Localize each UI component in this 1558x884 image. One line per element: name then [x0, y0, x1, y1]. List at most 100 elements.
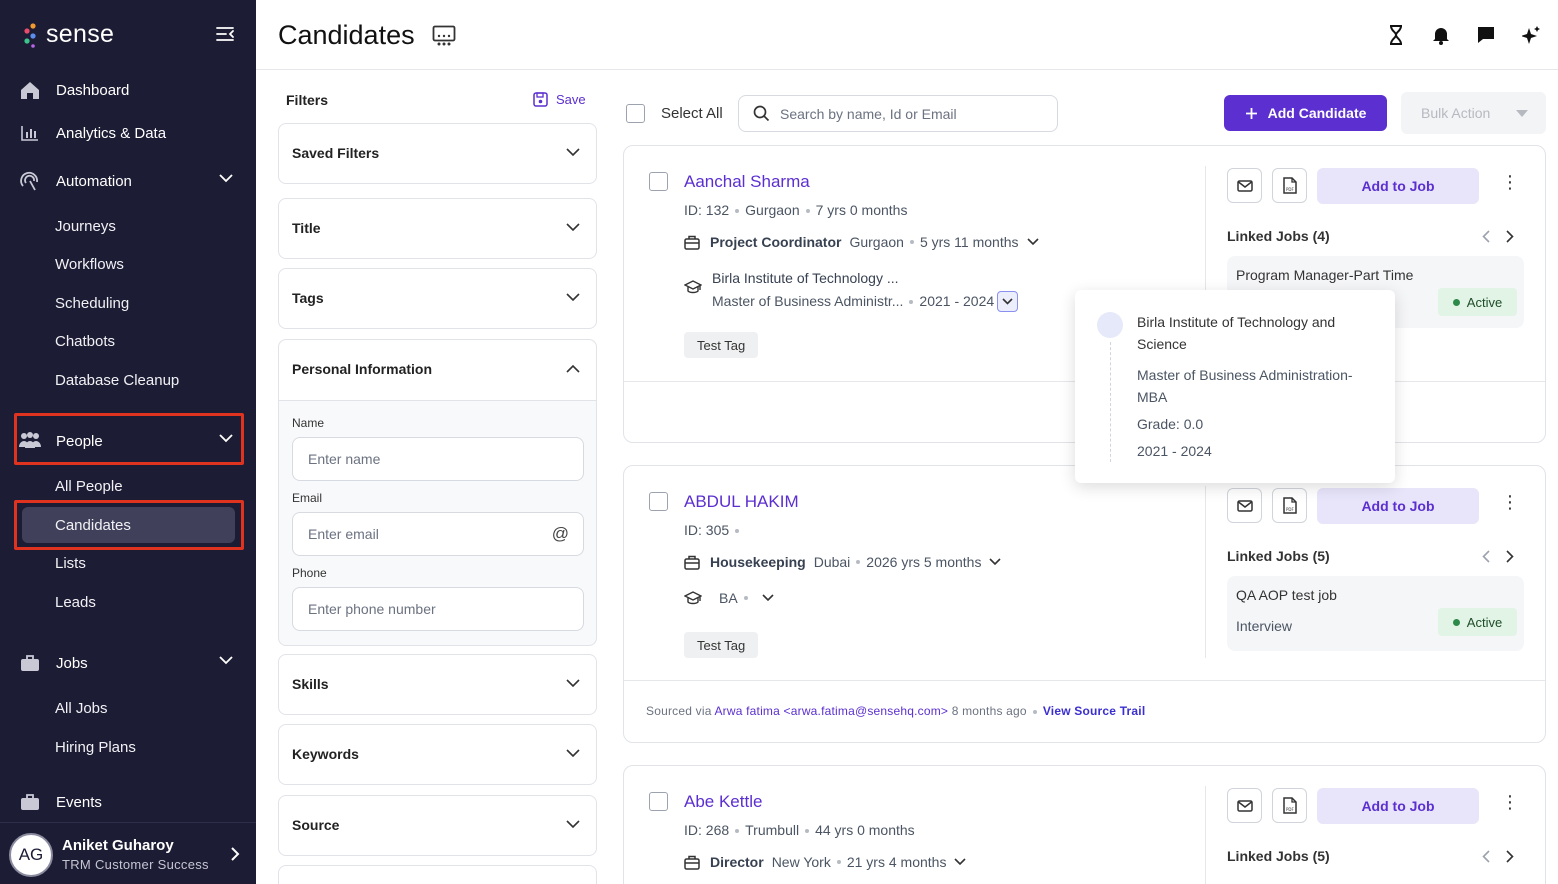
candidate-checkbox[interactable]	[649, 172, 668, 191]
source-person-link[interactable]: Arwa fatima <arwa.fatima@sensehq.com>	[714, 704, 948, 718]
current-job-row: Housekeeping Dubai 2026 yrs 5 months	[684, 554, 1002, 570]
sidebar-item-label: Dashboard	[56, 81, 130, 99]
resume-pdf-button[interactable]: PDF	[1272, 488, 1307, 523]
name-input[interactable]: Enter name	[292, 437, 584, 481]
bell-icon[interactable]	[1432, 25, 1450, 45]
chevron-down-icon[interactable]	[954, 858, 967, 866]
sidebar-item-journeys[interactable]: Journeys	[55, 218, 116, 235]
candidate-id: ID: 268	[684, 822, 730, 838]
sidebar-item-dashboard[interactable]: Dashboard	[18, 72, 243, 108]
chevron-right-icon[interactable]	[1506, 550, 1514, 563]
email-placeholder: Enter email	[308, 526, 379, 542]
phone-input[interactable]: Enter phone number	[292, 587, 584, 631]
hourglass-icon[interactable]	[1387, 25, 1405, 45]
add-to-job-button[interactable]: Add to Job	[1317, 488, 1479, 524]
sidebar-item-workflows[interactable]: Workflows	[55, 256, 124, 273]
chevron-left-icon[interactable]	[1482, 230, 1490, 243]
popover-years: 2021 - 2024	[1137, 443, 1212, 459]
sidebar-item-all-people[interactable]: All People	[55, 478, 123, 495]
sidebar-item-label: Jobs	[56, 654, 88, 672]
candidate-checkbox[interactable]	[649, 492, 668, 511]
chevron-down-icon[interactable]	[1026, 238, 1039, 246]
sidebar-item-leads[interactable]: Leads	[55, 594, 96, 611]
filter-saved-filters[interactable]: Saved Filters	[278, 123, 597, 184]
candidate-name[interactable]: Abe Kettle	[684, 792, 762, 812]
search-icon	[753, 105, 770, 122]
sidebar-item-analytics[interactable]: Analytics & Data	[18, 115, 243, 151]
email-button[interactable]	[1227, 168, 1262, 203]
add-to-job-button[interactable]: Add to Job	[1317, 168, 1479, 204]
sidebar-item-chatbots[interactable]: Chatbots	[55, 333, 115, 350]
email-button[interactable]	[1227, 788, 1262, 823]
candidate-name[interactable]: Aanchal Sharma	[684, 172, 810, 192]
chat-icon[interactable]	[1477, 25, 1495, 45]
education-degree: Master of Business Administr...	[712, 293, 904, 309]
candidate-tag[interactable]: Test Tag	[684, 332, 759, 358]
sidebar-item-all-jobs[interactable]: All Jobs	[55, 700, 108, 717]
candidate-name[interactable]: ABDUL HAKIM	[684, 492, 799, 512]
sidebar-item-lists[interactable]: Lists	[55, 555, 86, 572]
sidebar-item-scheduling[interactable]: Scheduling	[55, 295, 129, 312]
sidebar-item-database-cleanup[interactable]: Database Cleanup	[55, 372, 179, 389]
job-title: Director	[710, 854, 764, 870]
briefcase-icon	[18, 651, 42, 675]
search-input[interactable]: Search by name, Id or Email	[738, 95, 1058, 132]
user-profile[interactable]: AG Aniket Guharoy TRM Customer Success	[0, 822, 256, 884]
bulk-action-label: Bulk Action	[1421, 105, 1491, 121]
candidate-tag[interactable]: Test Tag	[684, 632, 759, 658]
save-filter-button[interactable]: Save	[533, 92, 586, 107]
brand-logo[interactable]: sense	[22, 20, 114, 49]
linked-job-card[interactable]: QA AOP test job Interview Active	[1227, 576, 1524, 651]
sidebar-item-label: Events	[56, 793, 102, 811]
more-options-icon[interactable]: ⋮	[1501, 792, 1519, 813]
chevron-right-icon[interactable]	[1506, 850, 1514, 863]
resume-pdf-button[interactable]: PDF	[1272, 168, 1307, 203]
candidates-board-icon[interactable]	[432, 25, 456, 47]
add-candidate-button[interactable]: Add Candidate	[1224, 95, 1387, 131]
resume-pdf-button[interactable]: PDF	[1272, 788, 1307, 823]
sidebar-item-events[interactable]: Events	[18, 784, 243, 820]
filter-source[interactable]: Source	[278, 795, 597, 856]
filter-more[interactable]	[278, 865, 597, 884]
chevron-right-icon[interactable]	[230, 846, 240, 862]
chevron-left-icon[interactable]	[1482, 850, 1490, 863]
candidate-id: ID: 305	[684, 522, 730, 538]
candidate-id: ID: 132	[684, 202, 730, 218]
email-input[interactable]: Enter email @	[292, 512, 584, 556]
sidebar-item-jobs[interactable]: Jobs	[18, 645, 243, 681]
select-all-checkbox[interactable]	[626, 104, 645, 123]
bulk-action-button[interactable]: Bulk Action	[1401, 92, 1546, 134]
chevron-right-icon[interactable]	[1506, 230, 1514, 243]
events-icon	[18, 790, 42, 814]
candidate-experience: 7 yrs 0 months	[815, 202, 908, 218]
sidebar-item-label: Automation	[56, 172, 132, 190]
linked-jobs-nav	[1482, 550, 1514, 563]
filter-skills[interactable]: Skills	[278, 654, 597, 715]
education-expand-toggle[interactable]	[997, 291, 1019, 312]
sidebar-item-hiring-plans[interactable]: Hiring Plans	[55, 739, 136, 756]
chevron-down-icon[interactable]	[762, 594, 774, 602]
email-label: Email	[292, 491, 323, 505]
highlight-box	[14, 500, 244, 550]
filter-personal-information: Personal Information Name Enter name Ema…	[278, 339, 597, 646]
chevron-down-icon[interactable]	[989, 558, 1002, 566]
email-button[interactable]	[1227, 488, 1262, 523]
chevron-left-icon[interactable]	[1482, 550, 1490, 563]
view-source-trail-link[interactable]: View Source Trail	[1043, 704, 1146, 718]
sidebar-item-automation[interactable]: Automation	[18, 163, 243, 199]
candidate-checkbox[interactable]	[649, 792, 668, 811]
sparkle-icon[interactable]	[1522, 25, 1540, 45]
filter-keywords[interactable]: Keywords	[278, 724, 597, 785]
filter-tags[interactable]: Tags	[278, 268, 597, 329]
candidate-card: Abe Kettle ID: 268 Trumbull 44 yrs 0 month…	[623, 765, 1546, 884]
add-to-job-button[interactable]: Add to Job	[1317, 788, 1479, 824]
more-options-icon[interactable]: ⋮	[1501, 172, 1519, 193]
select-all[interactable]: Select All	[626, 104, 723, 123]
filter-title[interactable]: Title	[278, 198, 597, 259]
education-degree: BA	[719, 590, 738, 606]
more-options-icon[interactable]: ⋮	[1501, 492, 1519, 513]
candidate-location: Trumbull	[745, 822, 800, 838]
personal-information-header[interactable]: Personal Information	[279, 340, 596, 401]
collapse-sidebar-icon[interactable]	[215, 25, 235, 43]
phone-label: Phone	[292, 566, 327, 580]
